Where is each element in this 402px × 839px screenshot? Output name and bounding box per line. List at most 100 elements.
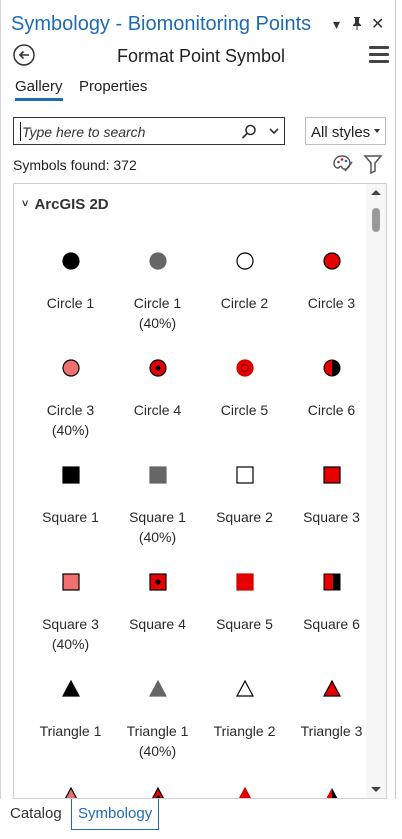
symbol-item[interactable]: Triangle 1 (40%) [114, 677, 201, 767]
pin-icon[interactable] [351, 16, 363, 33]
symbol-item[interactable]: Circle 4 [114, 356, 201, 446]
square-symbol-icon [288, 463, 375, 487]
scroll-up-arrow[interactable] [371, 190, 381, 195]
symbol-item[interactable]: Triangle 1 [27, 677, 114, 767]
palette-icon[interactable] [332, 154, 354, 174]
search-input[interactable] [22, 123, 232, 141]
square-half-symbol-icon [288, 570, 375, 594]
group-header-label: ArcGIS 2D [34, 196, 109, 213]
triangle-symbol-icon [27, 784, 114, 798]
symbol-label-line: (40%) [138, 315, 177, 331]
circle-symbol-icon [288, 249, 375, 273]
symbol-label-line: Triangle 1 [126, 723, 189, 739]
symbol-item[interactable] [27, 784, 114, 798]
symbol-item[interactable]: Triangle 2 [201, 677, 288, 767]
chevron-down-icon: ˅ [22, 198, 29, 210]
triangle-symbol-icon [288, 677, 375, 701]
group-header[interactable]: ˅ ArcGIS 2D [22, 196, 109, 213]
symbol-label-line: Square 1 [42, 509, 99, 525]
vertical-scrollbar[interactable] [366, 184, 386, 798]
symbol-item[interactable] [288, 784, 375, 798]
symbol-item[interactable]: Circle 1 [27, 249, 114, 339]
symbol-item[interactable]: Square 6 [288, 570, 375, 660]
symbol-item[interactable]: Square 1 [27, 463, 114, 553]
filter-icon[interactable] [363, 153, 383, 175]
dropdown-menu-icon[interactable]: ▾ [333, 16, 340, 33]
pane-titlebar: Symbology - Biomonitoring Points ▾ ✕ [11, 8, 391, 42]
dropdown-arrow-icon [374, 129, 380, 133]
back-arrow-icon [13, 44, 35, 66]
scroll-thumb[interactable] [372, 208, 380, 232]
symbol-item[interactable]: Square 1 (40%) [114, 463, 201, 553]
triangle-symbol-icon [27, 677, 114, 701]
back-button[interactable] [13, 44, 35, 66]
tab-properties[interactable]: Properties [79, 78, 147, 95]
triangle-symbol-icon [201, 677, 288, 701]
symbol-label-line: (40%) [138, 743, 177, 759]
symbol-item[interactable]: Square 3 (40%) [27, 570, 114, 660]
symbol-gallery: Circle 1 Circle 1 (40%) Circle 2 Circle 3 Cir… [13, 183, 387, 799]
panel-header-title: Format Point Symbol [116, 46, 286, 66]
symbol-label: Circle 3 [288, 293, 375, 313]
triangle-half-symbol-icon [288, 784, 375, 798]
symbol-label-line: Circle 3 [46, 402, 95, 418]
symbol-item[interactable]: Square 2 [201, 463, 288, 553]
symbol-item[interactable] [201, 784, 288, 798]
symbol-item[interactable]: Circle 2 [201, 249, 288, 339]
circle-ring-symbol-icon [201, 356, 288, 380]
symbol-label-line: Triangle 2 [213, 723, 276, 739]
symbol-label-line: (40%) [51, 636, 90, 652]
symbol-label: Square 2 [201, 507, 288, 527]
symbol-item[interactable]: Circle 1 (40%) [114, 249, 201, 339]
symbol-label-line: Triangle 1 [39, 723, 102, 739]
chevron-down-icon[interactable] [268, 124, 280, 136]
symbol-item[interactable]: Square 4 [114, 570, 201, 660]
symbology-pane: Symbology - Biomonitoring Points ▾ ✕ For… [0, 0, 396, 799]
symbol-item[interactable]: Circle 3 (40%) [27, 356, 114, 446]
triangle-symbol-icon [114, 677, 201, 701]
square-symbol-icon [114, 463, 201, 487]
symbols-found-count: Symbols found: 372 [13, 157, 137, 173]
symbol-label-line: Circle 6 [307, 402, 356, 418]
symbol-label: Circle 5 [201, 400, 288, 420]
dock-tab-catalog[interactable]: Catalog [6, 805, 66, 827]
symbol-item[interactable]: Circle 3 [288, 249, 375, 339]
circle-half-symbol-icon [288, 356, 375, 380]
search-box [13, 117, 285, 145]
square-symbol-icon [27, 570, 114, 594]
symbol-label-line: Circle 3 [307, 295, 356, 311]
symbol-label: Triangle 1 [27, 721, 114, 741]
text-caret [20, 122, 21, 141]
symbol-item[interactable]: Triangle 3 [288, 677, 375, 767]
symbol-label-line: Square 3 [303, 509, 360, 525]
symbol-label-line: Square 4 [129, 616, 186, 632]
symbol-grid: Circle 1 Circle 1 (40%) Circle 2 Circle 3 Cir… [14, 184, 362, 798]
square-symbol-icon [201, 463, 288, 487]
symbol-label-line: (40%) [138, 529, 177, 545]
circle-symbol-icon [27, 356, 114, 380]
tab-gallery[interactable]: Gallery [15, 78, 63, 101]
symbol-label: Triangle 2 [201, 721, 288, 741]
square-symbol-icon [201, 570, 288, 594]
circle-symbol-icon [27, 249, 114, 273]
square-symbol-icon [27, 463, 114, 487]
square-dot-symbol-icon [114, 570, 201, 594]
symbol-item[interactable] [114, 784, 201, 798]
symbol-label: Triangle 3 [288, 721, 375, 741]
symbol-label: Square 1 [27, 507, 114, 527]
close-icon[interactable]: ✕ [371, 14, 384, 34]
symbol-item[interactable]: Square 5 [201, 570, 288, 660]
symbol-item[interactable]: Square 3 [288, 463, 375, 553]
symbol-item[interactable]: Circle 5 [201, 356, 288, 446]
symbol-item[interactable]: Circle 6 [288, 356, 375, 446]
styles-dropdown[interactable]: All styles [305, 117, 386, 145]
hamburger-menu-icon[interactable] [369, 46, 389, 64]
symbol-label-line: Triangle 3 [300, 723, 363, 739]
dock-tab-symbology[interactable]: Symbology [71, 799, 160, 830]
symbol-label: Circle 2 [201, 293, 288, 313]
scroll-down-arrow[interactable] [371, 787, 381, 792]
search-icon[interactable] [240, 123, 258, 141]
symbol-label: Circle 6 [288, 400, 375, 420]
symbol-label-line: (40%) [51, 422, 90, 438]
symbol-label-line: Square 6 [303, 616, 360, 632]
